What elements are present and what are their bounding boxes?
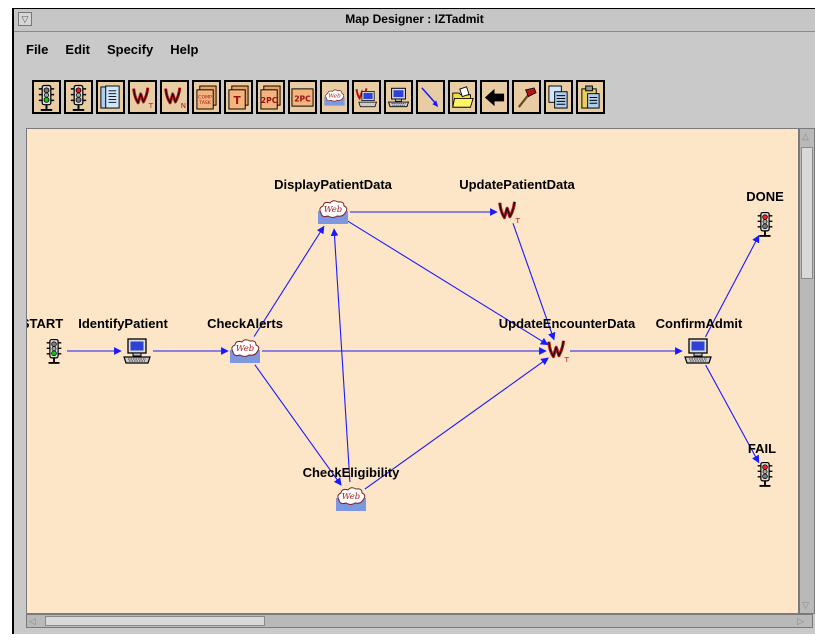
comp-task-icon: COMP TASK bbox=[195, 84, 218, 111]
hammer-icon bbox=[515, 84, 538, 111]
paste-tool-button[interactable] bbox=[576, 80, 605, 114]
node-eligibility-web-icon[interactable]: Web bbox=[334, 485, 368, 518]
computer-icon bbox=[387, 84, 410, 111]
copy-icon bbox=[547, 84, 570, 111]
node-label-start: START bbox=[27, 316, 64, 331]
green-light-icon bbox=[35, 84, 58, 111]
web-tool-button[interactable]: Web bbox=[320, 80, 349, 114]
red-light-icon bbox=[67, 84, 90, 111]
svg-text:NT: NT bbox=[181, 101, 186, 110]
node-label-encounter: UpdateEncounterData bbox=[498, 316, 636, 331]
computer-tool-button[interactable] bbox=[384, 80, 413, 114]
edge-eligibility-to-display[interactable] bbox=[330, 228, 351, 483]
copy-tool-button[interactable] bbox=[544, 80, 573, 114]
connector-arrow-icon bbox=[419, 84, 442, 111]
workitem-t-icon: T bbox=[131, 84, 154, 111]
edge-layer bbox=[67, 208, 760, 490]
node-update-workitem-icon[interactable]: T bbox=[497, 199, 521, 230]
scroll-up-arrow[interactable]: △ bbox=[802, 130, 809, 142]
web-icon: Web bbox=[323, 84, 346, 111]
paste-icon bbox=[579, 84, 602, 111]
svg-text:T: T bbox=[514, 216, 520, 225]
svg-text:Web: Web bbox=[328, 93, 341, 99]
svg-text:T: T bbox=[148, 101, 154, 110]
svg-text:T: T bbox=[563, 355, 569, 364]
node-done-red-light-icon[interactable] bbox=[754, 211, 776, 242]
node-start-green-light-icon[interactable] bbox=[43, 338, 65, 369]
menu-edit[interactable]: Edit bbox=[57, 42, 99, 57]
svg-text:COMP: COMP bbox=[198, 94, 212, 100]
node-label-display: DisplayPatientData bbox=[274, 177, 392, 192]
open-folder-tool-button[interactable] bbox=[448, 80, 477, 114]
svg-text:Web: Web bbox=[342, 492, 361, 502]
svg-text:2PC: 2PC bbox=[261, 96, 278, 105]
hammer-tool-button[interactable] bbox=[512, 80, 541, 114]
scroll-right-arrow[interactable]: ▷ bbox=[797, 615, 804, 627]
back-arrow-icon bbox=[483, 84, 506, 111]
toolbar: T NT COMPTASK T 2PC 2PC Web bbox=[32, 80, 605, 118]
node-label-update: UpdatePatientData bbox=[459, 177, 575, 192]
window-title: Map Designer : IZTadmit bbox=[345, 12, 484, 26]
node-label-confirm: ConfirmAdmit bbox=[655, 316, 743, 331]
node-fail-red-light-icon[interactable] bbox=[754, 461, 776, 492]
vertical-scrollbar[interactable]: △ ▽ bbox=[799, 128, 815, 614]
two-pc-stack-tool-button[interactable]: 2PC bbox=[256, 80, 285, 114]
svg-text:T: T bbox=[233, 95, 241, 107]
node-label-alerts: CheckAlerts bbox=[207, 316, 283, 331]
horizontal-scrollbar[interactable]: ◁ ▷ bbox=[26, 614, 813, 628]
svg-text:TASK: TASK bbox=[198, 100, 212, 106]
workitem-nt-icon: NT bbox=[163, 84, 186, 111]
node-label-fail: FAIL bbox=[747, 441, 777, 456]
two-pc-tool-button[interactable]: 2PC bbox=[288, 80, 317, 114]
node-display-web-icon[interactable]: Web bbox=[316, 198, 350, 231]
node-alerts-web-icon[interactable]: Web bbox=[228, 337, 262, 370]
green-light-tool-button[interactable] bbox=[32, 80, 61, 114]
task-t-icon: T bbox=[227, 84, 250, 111]
scroll-left-arrow[interactable]: ◁ bbox=[29, 615, 36, 627]
svg-text:Web: Web bbox=[236, 344, 255, 354]
horizontal-scroll-thumb[interactable] bbox=[45, 616, 265, 626]
title-bar[interactable]: ▽ Map Designer : IZTadmit bbox=[14, 9, 815, 32]
two-pc-icon: 2PC bbox=[291, 84, 314, 111]
node-confirm-computer-icon[interactable] bbox=[683, 337, 713, 370]
workitem-t-tool-button[interactable]: T bbox=[128, 80, 157, 114]
node-label-identify: IdentifyPatient bbox=[78, 316, 168, 331]
map-canvas[interactable]: START IdentifyPatient CheckAlerts Web Di… bbox=[26, 128, 799, 614]
connector-arrow-tool-button[interactable] bbox=[416, 80, 445, 114]
comp-task-tool-button[interactable]: COMP TASK bbox=[192, 80, 221, 114]
workstation-workitem-icon bbox=[355, 84, 378, 111]
menu-help[interactable]: Help bbox=[162, 42, 207, 57]
open-folder-icon bbox=[451, 84, 474, 111]
node-label-eligibility: CheckEligibility bbox=[302, 465, 400, 480]
menu-bar: File Edit Specify Help bbox=[18, 36, 808, 62]
svg-text:2PC: 2PC bbox=[294, 94, 311, 103]
workstation-workitem-tool-button[interactable] bbox=[352, 80, 381, 114]
svg-text:Web: Web bbox=[324, 205, 343, 215]
two-pc-stack-icon: 2PC bbox=[259, 84, 282, 111]
back-arrow-tool-button[interactable] bbox=[480, 80, 509, 114]
menu-specify[interactable]: Specify bbox=[99, 42, 162, 57]
workitem-nt-tool-button[interactable]: NT bbox=[160, 80, 189, 114]
red-light-tool-button[interactable] bbox=[64, 80, 93, 114]
document-list-tool-button[interactable] bbox=[96, 80, 125, 114]
vertical-scroll-thumb[interactable] bbox=[801, 147, 813, 279]
node-label-done: DONE bbox=[746, 189, 784, 204]
node-identify-computer-icon[interactable] bbox=[122, 337, 152, 370]
task-t-tool-button[interactable]: T bbox=[224, 80, 253, 114]
scroll-down-arrow[interactable]: ▽ bbox=[802, 599, 809, 611]
menu-file[interactable]: File bbox=[18, 42, 57, 57]
node-encounter-workitem-icon[interactable]: T bbox=[546, 338, 570, 369]
document-list-icon bbox=[99, 84, 122, 111]
